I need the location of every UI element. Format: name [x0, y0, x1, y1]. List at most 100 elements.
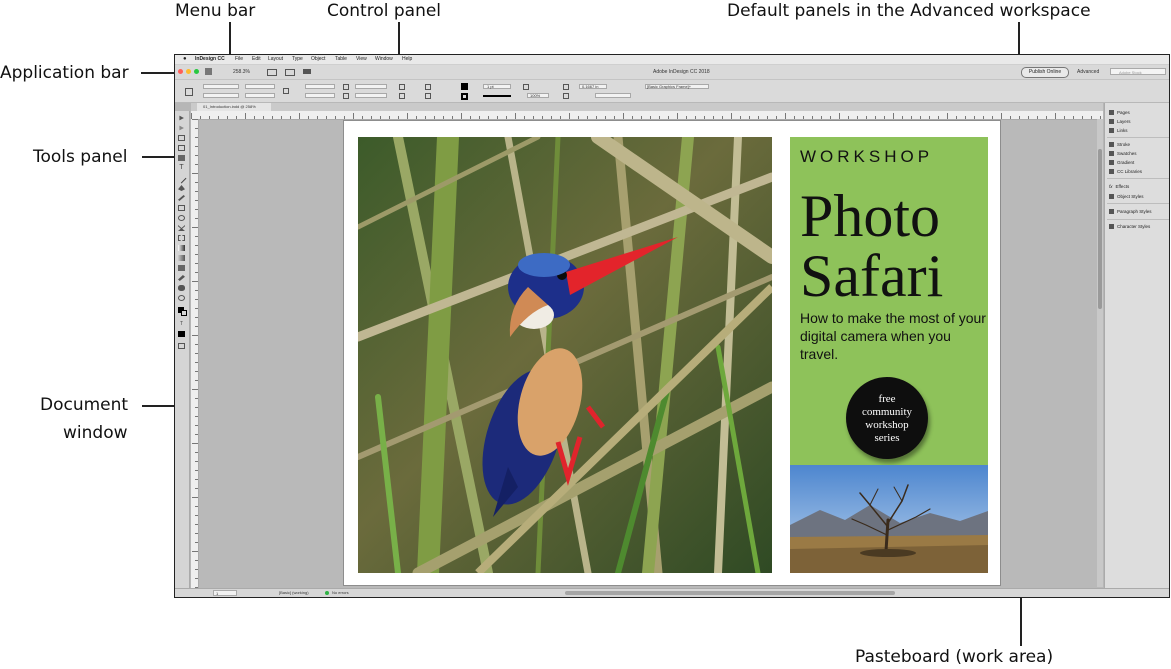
fill-swatch[interactable] [461, 83, 468, 90]
screen-mode-icon[interactable] [285, 69, 295, 76]
rectangle-frame-tool-icon[interactable] [178, 205, 185, 211]
fit-frame-icon[interactable] [563, 93, 569, 99]
eyedropper-tool-icon[interactable] [178, 275, 185, 281]
flip-vertical-icon[interactable] [399, 93, 405, 99]
workspace-switcher[interactable]: Advanced [1077, 65, 1099, 79]
zoom-level[interactable]: 258.3% [233, 65, 250, 79]
zoom-tool-icon[interactable] [178, 295, 185, 301]
menu-window[interactable]: Window [375, 55, 393, 64]
auto-fit-field[interactable] [595, 93, 631, 98]
rotate-icon[interactable] [343, 84, 349, 90]
flip-horizontal-icon[interactable] [399, 84, 405, 90]
pencil-tool-icon[interactable] [178, 195, 185, 201]
vertical-scrollbar[interactable] [1097, 119, 1103, 587]
drop-shadow-icon[interactable] [523, 84, 529, 90]
stroke-swatch[interactable] [461, 93, 468, 100]
panel-stroke[interactable]: Stroke [1109, 141, 1130, 148]
text-wrap-icon[interactable] [563, 84, 569, 90]
horizontal-scroll-thumb[interactable] [565, 591, 895, 595]
panel-character-styles[interactable]: Character Styles [1109, 223, 1150, 230]
panel-gradient[interactable]: Gradient [1109, 159, 1134, 166]
minimize-window-icon[interactable] [186, 69, 191, 74]
zoom-window-icon[interactable] [194, 69, 199, 74]
panel-object-styles[interactable]: Object Styles [1109, 193, 1144, 200]
panel-effects[interactable]: fx Effects [1109, 183, 1129, 190]
close-window-icon[interactable] [178, 69, 183, 74]
hand-tool-icon[interactable] [178, 285, 185, 291]
panel-layers[interactable]: Layers [1109, 118, 1131, 125]
stroke-type-field[interactable] [483, 95, 511, 97]
scale-x-field[interactable] [305, 84, 335, 89]
arrange-documents-icon[interactable] [303, 69, 311, 74]
ruler-tick [195, 308, 198, 309]
type-tool-icon[interactable]: T [178, 164, 185, 171]
pasteboard[interactable]: WORKSHOP Photo Safari How to make the mo… [199, 120, 1103, 589]
publish-online-button[interactable]: Publish Online [1021, 67, 1069, 78]
select-content-icon[interactable] [425, 93, 431, 99]
document-page[interactable]: WORKSHOP Photo Safari How to make the mo… [343, 120, 1001, 586]
pen-tool-icon[interactable] [178, 185, 185, 191]
y-field[interactable] [203, 93, 239, 98]
panel-swatches[interactable]: Swatches [1109, 150, 1137, 157]
free-transform-tool-icon[interactable] [178, 235, 185, 241]
constrain-proportions-icon[interactable] [283, 88, 289, 94]
ellipse-tool-icon[interactable] [178, 215, 185, 221]
formatting-container-icon[interactable]: T [178, 321, 185, 327]
content-collector-icon[interactable] [178, 155, 185, 161]
apply-color-icon[interactable] [178, 331, 185, 337]
stock-search-input[interactable]: Adobe Stock [1110, 68, 1166, 75]
shear-icon[interactable] [343, 93, 349, 99]
scissors-tool-icon[interactable] [178, 225, 185, 231]
apple-menu-icon[interactable]: ● [183, 55, 187, 64]
panel-cc-libraries[interactable]: CC Libraries [1109, 168, 1142, 175]
menu-edit[interactable]: Edit [252, 55, 261, 64]
panel-paragraph-styles[interactable]: Paragraph Styles [1109, 208, 1152, 215]
preflight-profile[interactable]: [Basic] (working) [279, 589, 309, 597]
width-field[interactable] [245, 84, 275, 89]
document-tab[interactable]: 01_Introduction.indd @ 258% [197, 103, 271, 111]
tree-landscape-photo[interactable] [790, 465, 988, 573]
direct-selection-tool-icon[interactable] [178, 125, 185, 131]
gradient-swatch-tool-icon[interactable] [178, 245, 185, 251]
select-container-icon[interactable] [425, 84, 431, 90]
title-safari[interactable]: Safari [800, 246, 943, 306]
reference-point-icon[interactable] [185, 88, 193, 96]
gap-tool-icon[interactable] [178, 145, 185, 151]
shear-field[interactable] [355, 93, 387, 98]
menu-help[interactable]: Help [402, 55, 412, 64]
note-tool-icon[interactable] [178, 265, 185, 271]
kingfisher-photo[interactable] [358, 137, 772, 573]
scale-y-field[interactable] [305, 93, 335, 98]
horizontal-ruler[interactable] [191, 111, 1103, 120]
ruler-tick [195, 344, 198, 345]
menu-layout[interactable]: Layout [268, 55, 283, 64]
screen-mode-tool-icon[interactable] [178, 343, 185, 349]
page-number-field[interactable]: 1 [213, 590, 237, 596]
menu-app-name[interactable]: InDesign CC [195, 55, 225, 64]
badge-circle[interactable]: free community workshop series [846, 377, 928, 459]
title-photo[interactable]: Photo [800, 186, 940, 246]
view-options-icon[interactable] [267, 69, 277, 76]
page-tool-icon[interactable] [178, 135, 185, 141]
workshop-heading[interactable]: WORKSHOP [800, 147, 933, 167]
poster-green-panel[interactable]: WORKSHOP Photo Safari How to make the mo… [790, 137, 988, 465]
fill-stroke-icon[interactable] [178, 307, 187, 316]
poster-subtitle[interactable]: How to make the most of your digital cam… [800, 309, 986, 363]
height-field[interactable] [245, 93, 275, 98]
vertical-ruler[interactable] [191, 119, 199, 589]
line-tool-icon[interactable] [176, 173, 187, 184]
x-field[interactable] [203, 84, 239, 89]
panel-pages[interactable]: Pages [1109, 109, 1130, 116]
selection-tool-icon[interactable] [178, 115, 185, 121]
menu-table[interactable]: Table [335, 55, 347, 64]
preflight-errors[interactable]: No errors [332, 589, 349, 597]
rotation-field[interactable] [355, 84, 387, 89]
menu-type[interactable]: Type [292, 55, 303, 64]
menu-file[interactable]: File [235, 55, 243, 64]
gradient-feather-tool-icon[interactable] [178, 255, 185, 261]
panel-links[interactable]: Links [1109, 127, 1128, 134]
menu-object[interactable]: Object [311, 55, 325, 64]
bridge-icon[interactable] [205, 68, 212, 75]
menu-view[interactable]: View [356, 55, 367, 64]
vertical-scroll-thumb[interactable] [1098, 149, 1102, 309]
